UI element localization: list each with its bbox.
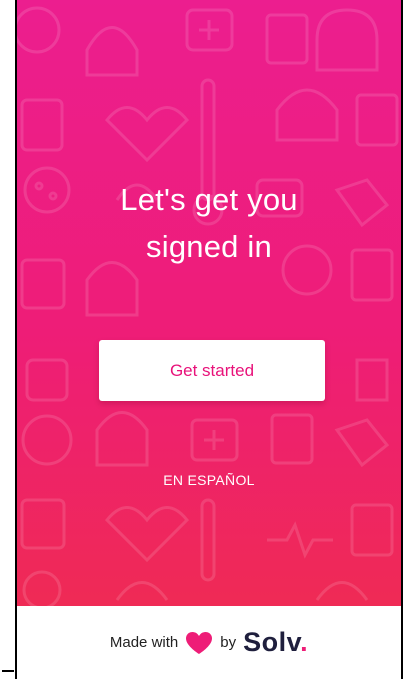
heart-icon	[186, 631, 213, 654]
solv-logo: Solv.	[243, 627, 308, 658]
footer-made-with-text: Made with	[109, 634, 179, 651]
brand-dot: .	[300, 627, 309, 657]
hero-panel: Let's get you signed in Get started EN E…	[17, 0, 401, 606]
frame-corner-mark	[2, 670, 14, 672]
headline-line-1: Let's get you	[120, 182, 298, 217]
medical-pattern-background	[17, 6, 399, 606]
sign-in-screen: Let's get you signed in Get started EN E…	[0, 0, 403, 679]
get-started-label: Get started	[169, 360, 255, 380]
spanish-language-link[interactable]: EN ESPAÑOL	[17, 472, 401, 488]
footer-by-text: by	[220, 634, 237, 651]
get-started-button[interactable]: Get started	[99, 340, 325, 401]
page-title: Let's get you signed in	[17, 176, 401, 270]
footer: Made with by Solv.	[17, 606, 401, 679]
headline-line-2: signed in	[146, 229, 272, 264]
brand-name: Solv	[243, 627, 301, 657]
